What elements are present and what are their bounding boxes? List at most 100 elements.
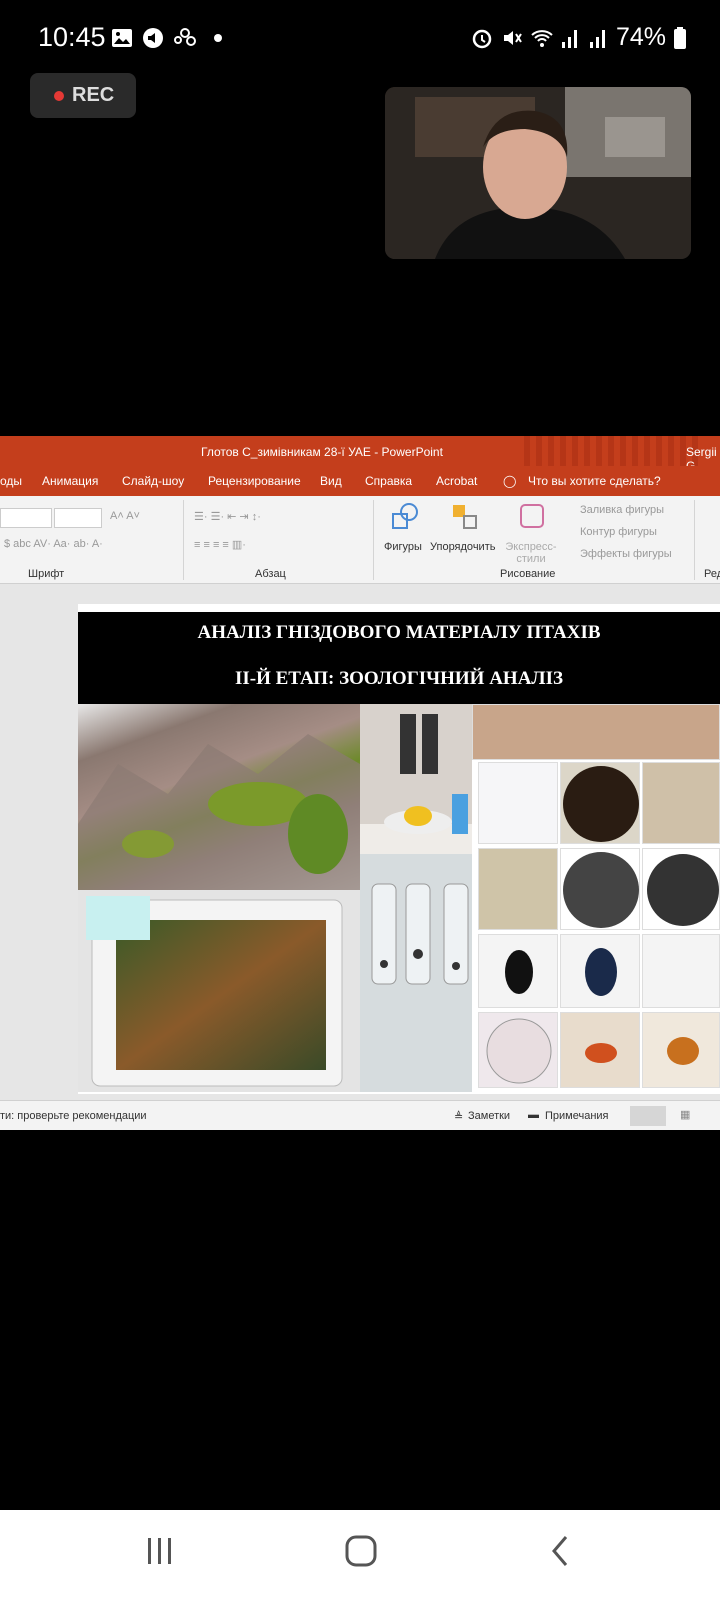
app-statusbar: ти: проверьте рекомендации ≜ Заметки ▬ П… [0, 1100, 720, 1130]
moss-tray-image [86, 896, 343, 1087]
list-icons[interactable]: ☰· ☰· ⇤ ⇥ ↕· [194, 510, 261, 523]
clock: 10:45 [38, 22, 106, 52]
comments-button[interactable]: Примечания [545, 1110, 609, 1122]
font-format-icons[interactable]: $ abc AV· Aa· ab· A· [4, 538, 103, 550]
recording-indicator: REC [30, 73, 136, 118]
system-navbar [0, 1510, 720, 1600]
slide-sorter-icon[interactable]: ▦ [680, 1108, 690, 1121]
alarm-icon [472, 29, 492, 49]
group-paragraph-label: Абзац [255, 568, 286, 580]
shape-outline-button[interactable]: Контур фигуры [580, 526, 657, 538]
tab-help[interactable]: Справка [365, 474, 412, 488]
cell-image [563, 766, 639, 842]
signal-icon [590, 30, 605, 48]
ribbon-separator [373, 500, 374, 580]
tab-transitions[interactable]: оды [0, 474, 22, 488]
grid-cell [478, 762, 558, 844]
ribbon-separator [183, 500, 184, 580]
vials-image [371, 883, 469, 985]
window-title: Глотов С_зимівникам 28-ї УАЕ - PowerPoin… [201, 445, 443, 459]
quick-styles-icon[interactable] [518, 502, 548, 532]
photo-rocks-moss [78, 704, 360, 890]
cell-image [486, 1018, 552, 1084]
tell-me-input[interactable]: Что вы хотите сделать? [528, 474, 661, 488]
group-edit-label: Ред [704, 568, 720, 580]
tab-slideshow[interactable]: Слайд-шоу [122, 474, 184, 488]
group-drawing-label: Рисование [500, 568, 556, 580]
battery-percent: 74% [616, 23, 667, 51]
home-icon[interactable] [344, 1534, 378, 1568]
participant-video-image [385, 87, 691, 259]
ribbon-tabs: оды Анимация Слайд-шоу Рецензирование Ви… [0, 466, 720, 496]
tab-review[interactable]: Рецензирование [208, 474, 301, 488]
font-name-select[interactable] [0, 508, 52, 528]
wifi-icon [531, 30, 553, 47]
photo-microscope [360, 704, 472, 854]
grid-cell [478, 848, 558, 930]
cell-image [647, 854, 719, 926]
cell-image [585, 1043, 617, 1063]
people-icon [174, 28, 196, 46]
dot-icon [214, 34, 222, 42]
back-icon[interactable] [548, 1534, 572, 1568]
accessibility-hint[interactable]: ти: проверьте рекомендации [0, 1110, 147, 1122]
signal-icon [562, 30, 577, 48]
slide[interactable]: АНАЛІЗ ГНІЗДОВОГО МАТЕРІАЛУ ПТАХІВ ІІ-Й … [78, 604, 720, 1094]
tab-acrobat[interactable]: Acrobat [436, 474, 477, 488]
slide-title-box: АНАЛІЗ ГНІЗДОВОГО МАТЕРІАЛУ ПТАХІВ ІІ-Й … [78, 610, 720, 704]
photo-vials [360, 854, 472, 1092]
ribbon-separator [694, 500, 695, 580]
slide-title-line2: ІІ-Й ЕТАП: ЗООЛОГІЧНИЙ АНАЛІЗ [234, 668, 564, 689]
battery-icon [674, 27, 686, 49]
lightbulb-icon: ◯ [503, 474, 517, 488]
window-titlebar: Глотов С_зимівникам 28-ї УАЕ - PowerPoin… [0, 436, 720, 473]
arrange-button[interactable]: Упорядочить [430, 541, 495, 553]
slide-area: АНАЛІЗ ГНІЗДОВОГО МАТЕРІАЛУ ПТАХІВ ІІ-Й … [0, 584, 720, 1100]
rec-label: REC [72, 84, 115, 106]
shape-fill-button[interactable]: Заливка фигуры [580, 504, 664, 516]
comments-icon: ▬ [528, 1109, 539, 1121]
grid-cell [642, 762, 720, 844]
ribbon: A˄ A˅ $ abc AV· Aa· ab· A· Шрифт ☰· ☰· ⇤… [0, 496, 720, 584]
photo-moss-tray [78, 890, 360, 1092]
grid-cell [642, 848, 720, 930]
grid-cell [560, 762, 640, 844]
quick-styles-button[interactable]: Экспресс-стили [503, 541, 559, 565]
grid-cell [560, 848, 640, 930]
cell-image [585, 948, 617, 996]
grid-cell [642, 934, 720, 1008]
cell-image [667, 1037, 699, 1065]
notes-icon: ≜ [454, 1111, 464, 1123]
arrange-icon[interactable] [450, 502, 480, 532]
microscopy-grid [472, 704, 720, 1092]
mute-icon [504, 31, 522, 45]
tab-animation[interactable]: Анимация [42, 474, 98, 488]
grid-cell [478, 934, 558, 1008]
microscope-image [360, 714, 472, 854]
grid-cell [560, 1012, 640, 1088]
grid-cell [472, 704, 720, 760]
shape-effects-button[interactable]: Эффекты фигуры [580, 548, 672, 560]
shapes-button[interactable]: Фигуры [384, 541, 422, 553]
normal-view-button[interactable] [630, 1106, 666, 1126]
grid-cell [560, 934, 640, 1008]
gallery-icon [112, 29, 132, 47]
cell-image [505, 950, 533, 994]
recent-apps-icon[interactable] [145, 1534, 175, 1568]
record-dot-icon [54, 90, 64, 101]
grid-cell [642, 1012, 720, 1088]
cell-image [563, 852, 639, 928]
media-icon [143, 28, 163, 48]
slide-title-line1: АНАЛІЗ ГНІЗДОВОГО МАТЕРІАЛУ ПТАХІВ [197, 622, 601, 643]
titlebar-pattern [524, 436, 704, 466]
font-size-select[interactable] [54, 508, 102, 528]
notes-button[interactable]: Заметки [468, 1110, 510, 1122]
rocks-image [78, 734, 360, 890]
grow-font-icon[interactable]: A˄ A˅ [110, 510, 140, 522]
status-bar: 10:45 74% [0, 0, 720, 76]
group-font-label: Шрифт [28, 568, 65, 580]
shapes-icon[interactable] [390, 502, 420, 532]
align-icons[interactable]: ≡ ≡ ≡ ≡ ▥· [194, 538, 246, 551]
participant-video[interactable] [385, 87, 691, 259]
tab-view[interactable]: Вид [320, 474, 342, 488]
